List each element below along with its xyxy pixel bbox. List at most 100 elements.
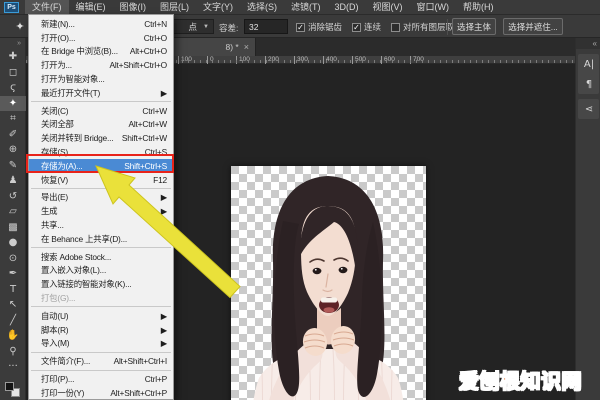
menubar-item-2[interactable]: 图像(I) — [113, 0, 154, 14]
menu-item-shortcut: Ctrl+P — [145, 374, 167, 384]
file-menu-item-22[interactable]: 打包(G)... — [29, 291, 173, 305]
menubar-item-9[interactable]: 窗口(W) — [410, 0, 457, 14]
clone-stamp-tool-icon: ♟ — [9, 175, 18, 186]
menubar-item-4[interactable]: 文字(Y) — [196, 0, 240, 14]
menubar-item-8[interactable]: 视图(V) — [366, 0, 410, 14]
file-menu-item-4[interactable]: 打开为智能对象... — [29, 72, 173, 86]
share-panel-icon[interactable]: ⋖ — [578, 99, 600, 119]
lasso-tool-icon: ϛ — [10, 82, 16, 93]
path-select-tool-icon: ↖ — [9, 299, 17, 310]
character-panel-icon[interactable]: A| — [578, 54, 600, 74]
zoom-tool[interactable]: ⚲ — [0, 344, 26, 360]
history-brush-tool[interactable]: ↺ — [0, 189, 26, 205]
eyedropper-tool[interactable]: ✐ — [0, 127, 26, 143]
ruler-tick-400: 400 — [323, 56, 337, 64]
options-divider — [447, 19, 448, 35]
menubar-item-5[interactable]: 选择(S) — [240, 0, 284, 14]
checkbox-box-icon[interactable]: ✓ — [352, 23, 361, 32]
menu-item-shortcut: Alt+Ctrl+O — [130, 46, 167, 56]
healing-brush-tool[interactable]: ⊕ — [0, 142, 26, 158]
move-tool[interactable]: ✚ — [0, 49, 26, 65]
dodge-tool[interactable]: ⊙ — [0, 251, 26, 267]
close-icon[interactable]: × — [244, 42, 249, 52]
menubar-item-1[interactable]: 编辑(E) — [69, 0, 113, 14]
file-menu-item-14[interactable]: 导出(E)▶ — [29, 191, 173, 205]
file-menu-item-1[interactable]: 打开(O)...Ctrl+O — [29, 31, 173, 45]
path-select-tool[interactable]: ↖ — [0, 297, 26, 313]
right-panel-dock: « A|¶ ⋖ — [575, 38, 600, 400]
menubar-item-10[interactable]: 帮助(H) — [456, 0, 501, 14]
document-tab[interactable]: 8) * × — [168, 38, 256, 56]
menu-separator — [31, 352, 171, 353]
file-menu-item-30[interactable]: 打印(P)...Ctrl+P — [29, 372, 173, 386]
pen-tool[interactable]: ✒ — [0, 266, 26, 282]
file-menu-item-24[interactable]: 自动(U)▶ — [29, 309, 173, 323]
dock-panel-groups: A|¶ ⋖ — [576, 54, 600, 119]
clone-stamp-tool[interactable]: ♟ — [0, 173, 26, 189]
menu-item-shortcut: Alt+Shift+Ctrl+P — [110, 388, 167, 398]
menubar-item-7[interactable]: 3D(D) — [328, 0, 366, 14]
document-canvas[interactable] — [231, 166, 426, 400]
checkbox-0[interactable]: ✓消除锯齿 — [296, 21, 342, 33]
lasso-tool[interactable]: ϛ — [0, 80, 26, 96]
file-menu-item-21[interactable]: 置入链接的智能对象(K)... — [29, 277, 173, 291]
chevron-down-icon: ▼ — [203, 24, 209, 30]
file-menu-item-8[interactable]: 关闭全部Alt+Ctrl+W — [29, 118, 173, 132]
menubar-item-3[interactable]: 图层(L) — [153, 0, 196, 14]
file-menu-item-3[interactable]: 打开为...Alt+Shift+Ctrl+O — [29, 58, 173, 72]
type-tool[interactable]: T — [0, 282, 26, 298]
checkbox-box-icon[interactable]: ✓ — [296, 23, 305, 32]
file-menu-item-9[interactable]: 关闭并转到 Bridge...Shift+Ctrl+W — [29, 131, 173, 145]
marquee-tool[interactable]: ◻ — [0, 65, 26, 81]
marquee-tool-icon: ◻ — [9, 67, 17, 78]
file-menu-item-2[interactable]: 在 Bridge 中浏览(B)...Alt+Ctrl+O — [29, 45, 173, 59]
line-tool[interactable]: ╱ — [0, 313, 26, 329]
eraser-tool[interactable]: ▱ — [0, 204, 26, 220]
file-menu-item-25[interactable]: 脚本(R)▶ — [29, 323, 173, 337]
file-menu-item-28[interactable]: 文件简介(F)...Alt+Shift+Ctrl+I — [29, 354, 173, 368]
watermark-orange-text: 爱刨根 — [459, 371, 521, 393]
file-menu-item-17[interactable]: 在 Behance 上共享(D)... — [29, 232, 173, 246]
checkbox-box-icon[interactable] — [391, 23, 400, 32]
toolbar-collapse-icon[interactable]: » — [0, 38, 25, 49]
dodge-tool-icon: ⊙ — [9, 253, 17, 264]
blur-tool[interactable]: ● — [0, 235, 26, 251]
crop-tool-icon: ⌗ — [10, 113, 16, 124]
foreground-color-swatch[interactable] — [5, 382, 14, 391]
menubar-item-6[interactable]: 滤镜(T) — [284, 0, 328, 14]
ruler-tick-0: 0 — [207, 56, 214, 64]
menu-item-label: 打印一份(Y) — [41, 387, 110, 399]
checkbox-1[interactable]: ✓连续 — [352, 21, 381, 33]
more-tools[interactable]: ··· — [0, 359, 26, 375]
select-subject-button[interactable]: 选择主体 — [452, 18, 496, 35]
watermark-light-text: 知识网 — [521, 371, 583, 393]
brush-tool[interactable]: ✎ — [0, 158, 26, 174]
file-menu-item-20[interactable]: 置入嵌入对象(L)... — [29, 264, 173, 278]
magic-wand-preset-icon[interactable]: ✦ — [11, 19, 29, 35]
menu-item-label: 打开(O)... — [41, 32, 144, 44]
gradient-tool[interactable]: ▩ — [0, 220, 26, 236]
file-menu-item-5[interactable]: 最近打开文件(T)▶ — [29, 86, 173, 100]
crop-tool[interactable]: ⌗ — [0, 111, 26, 127]
menu-item-label: 搜索 Adobe Stock... — [41, 251, 167, 263]
file-menu-item-31[interactable]: 打印一份(Y)Alt+Shift+Ctrl+P — [29, 386, 173, 400]
file-menu-item-0[interactable]: 新建(N)...Ctrl+N — [29, 17, 173, 31]
ruler-tick-600: 600 — [381, 56, 395, 64]
file-menu-item-19[interactable]: 搜索 Adobe Stock... — [29, 250, 173, 264]
file-menu-item-26[interactable]: 导入(M)▶ — [29, 337, 173, 351]
file-menu-item-16[interactable]: 共享... — [29, 218, 173, 232]
menu-item-label: 生成 — [41, 205, 161, 217]
paragraph-panel-icon[interactable]: ¶ — [578, 74, 600, 94]
submenu-arrow-icon: ▶ — [161, 88, 167, 98]
dock-collapse-icon[interactable]: « — [576, 38, 600, 49]
hand-tool[interactable]: ✋ — [0, 328, 26, 344]
magic-wand-tool[interactable]: ✦ — [0, 96, 26, 112]
menubar-item-0[interactable]: 文件(F) — [25, 0, 69, 14]
select-and-mask-button[interactable]: 选择并遮住... — [503, 18, 563, 35]
tolerance-input[interactable] — [244, 19, 288, 34]
pen-tool-icon: ✒ — [9, 268, 17, 279]
file-menu-item-12[interactable]: 恢复(V)F12 — [29, 173, 173, 187]
file-menu-item-15[interactable]: 生成▶ — [29, 204, 173, 218]
healing-brush-tool-icon: ⊕ — [9, 144, 17, 155]
file-menu-item-7[interactable]: 关闭(C)Ctrl+W — [29, 104, 173, 118]
